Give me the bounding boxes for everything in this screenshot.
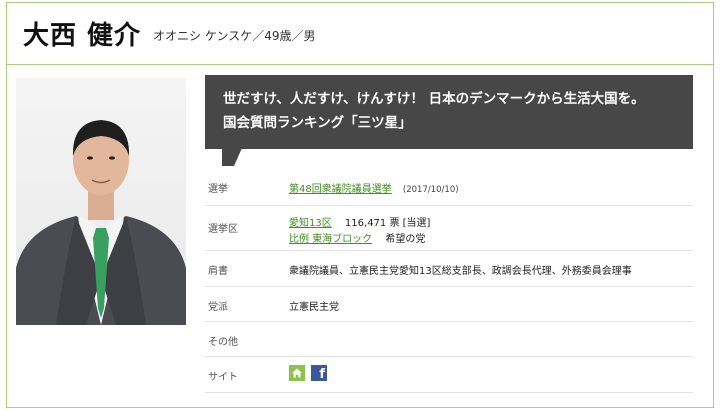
site-icons: f <box>289 365 327 381</box>
site-label: サイト <box>208 372 238 383</box>
pr-party: 希望の党 <box>385 234 426 245</box>
title-value: 衆議院議員、立憲民主党愛知13区総支部長、政調会長代理、外務委員会理事 <box>289 266 632 277</box>
election-link[interactable]: 第48回衆議院議員選挙 <box>289 184 392 195</box>
row-other: その他 <box>205 322 693 357</box>
district-line-2: 比例 東海ブロック 希望の党 <box>289 230 425 245</box>
district-votes: 116,471 票 [当選] <box>344 218 431 229</box>
pr-block-link[interactable]: 比例 東海ブロック <box>289 234 372 245</box>
details-table: 選挙 第48回衆議院議員選挙 (2017/10/10) 選挙区 愛知13区 11… <box>205 170 693 393</box>
district-link[interactable]: 愛知13区 <box>289 218 332 229</box>
candidate-photo <box>16 78 186 325</box>
candidate-header: 大西 健介 オオニシ ケンスケ／49歳／男 <box>7 3 713 65</box>
faction-value: 立憲民主党 <box>289 302 339 313</box>
portrait-illustration <box>16 120 186 325</box>
title-label: 肩書 <box>208 266 228 277</box>
row-title: 肩書 衆議院議員、立憲民主党愛知13区総支部長、政調会長代理、外務委員会理事 <box>205 251 693 287</box>
catchphrase-line-2: 国会質問ランキング「三ツ星」 <box>223 115 412 131</box>
facebook-icon[interactable]: f <box>311 365 327 381</box>
row-site: サイト f <box>205 357 693 393</box>
faction-label: 党派 <box>208 302 228 313</box>
home-icon[interactable] <box>289 365 305 381</box>
candidate-kana-info: オオニシ ケンスケ／49歳／男 <box>153 29 316 43</box>
district-line-1: 愛知13区 116,471 票 [当選] <box>289 214 430 229</box>
bubble-tail <box>222 148 242 166</box>
candidate-name: 大西 健介 <box>23 21 142 51</box>
election-label: 選挙 <box>208 184 228 195</box>
election-date: (2017/10/10) <box>402 185 459 195</box>
other-label: その他 <box>208 337 238 348</box>
catchphrase-line-1: 世だすけ、人だすけ、けんすけ！ 日本のデンマークから生活大国を。 <box>223 91 645 107</box>
row-election: 選挙 第48回衆議院議員選挙 (2017/10/10) <box>205 170 693 206</box>
row-district: 選挙区 愛知13区 116,471 票 [当選] 比例 東海ブロック 希望の党 <box>205 206 693 251</box>
catchphrase-bubble: 世だすけ、人だすけ、けんすけ！ 日本のデンマークから生活大国を。 国会質問ランキ… <box>205 75 693 149</box>
district-label: 選挙区 <box>208 224 238 235</box>
row-faction: 党派 立憲民主党 <box>205 287 693 322</box>
election-value: 第48回衆議院議員選挙 (2017/10/10) <box>289 180 459 195</box>
